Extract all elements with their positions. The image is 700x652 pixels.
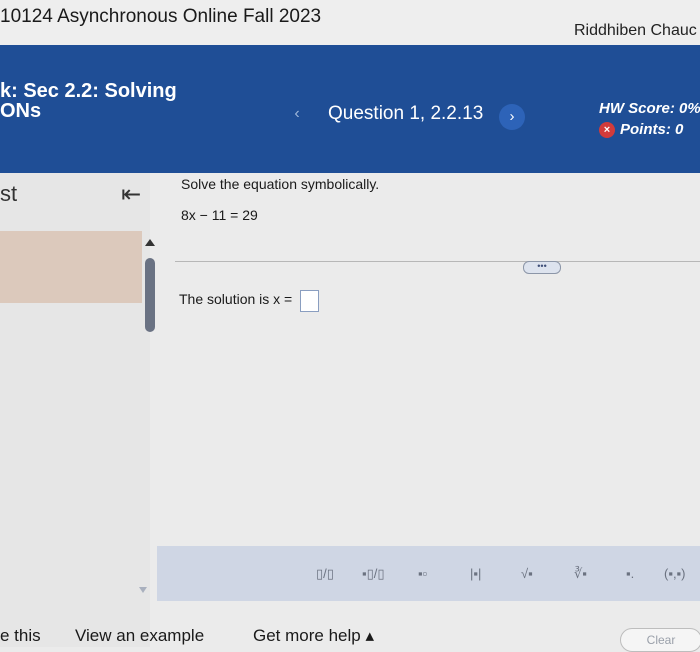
fraction-button[interactable]: ▯/▯ [316, 566, 334, 582]
answer-prompt: The solution is x = [179, 291, 293, 307]
top-bar: 10124 Asynchronous Online Fall 2023 Ridd… [0, 0, 700, 45]
answer-input[interactable] [300, 290, 319, 312]
question-prompt: Solve the equation symbolically. [181, 176, 380, 192]
absolute-value-button[interactable]: |▪| [470, 566, 481, 582]
question-label: Question 1, 2.2.13 [328, 103, 484, 124]
mixed-number-button[interactable]: ▪▯/▯ [362, 566, 385, 582]
course-title: 10124 Asynchronous Online Fall 2023 [0, 6, 322, 27]
more-options-button[interactable]: ••• [523, 261, 561, 274]
next-question-button[interactable]: › [499, 104, 525, 130]
divider [175, 261, 700, 262]
previous-question-button[interactable]: ‹ [286, 103, 308, 125]
points-row: × Points: 0 [599, 121, 683, 139]
chevron-right-icon: › [509, 108, 515, 125]
square-root-button[interactable]: √▪ [521, 566, 533, 582]
help-me-solve-link[interactable]: e this [0, 626, 41, 646]
user-name[interactable]: Riddhiben Chauc [574, 22, 697, 40]
scrollbar-thumb[interactable] [145, 258, 155, 332]
hw-score: HW Score: 0% [599, 100, 700, 117]
get-more-help-link[interactable]: Get more help ▴ [253, 626, 374, 646]
scroll-down-arrow-icon[interactable] [139, 587, 147, 593]
points-label: Points: 0 [620, 121, 684, 139]
view-example-link[interactable]: View an example [75, 626, 204, 646]
question-list-sidebar: st [0, 173, 150, 647]
equation: 8x − 11 = 29 [181, 207, 258, 223]
homework-title: k: Sec 2.2: Solving ONs [0, 80, 177, 122]
sidebar-item-active[interactable] [0, 231, 142, 303]
chevron-left-icon: ‹ [294, 105, 300, 122]
assignment-header: k: Sec 2.2: Solving ONs ‹ Question 1, 2.… [0, 45, 700, 173]
exponent-button[interactable]: ▪▫ [418, 566, 427, 582]
scroll-up-arrow-icon[interactable] [145, 239, 155, 246]
collapse-sidebar-icon[interactable]: ⇤ [121, 183, 141, 207]
sidebar-label: st [0, 181, 18, 206]
nth-root-button[interactable]: ∛▪ [574, 566, 587, 582]
incorrect-x-icon: × [599, 121, 615, 138]
clear-all-button[interactable]: Clear [620, 628, 700, 652]
math-palette [157, 546, 700, 601]
subscript-button[interactable]: ▪. [626, 566, 634, 582]
ordered-pair-button[interactable]: (▪,▪) [664, 566, 686, 582]
